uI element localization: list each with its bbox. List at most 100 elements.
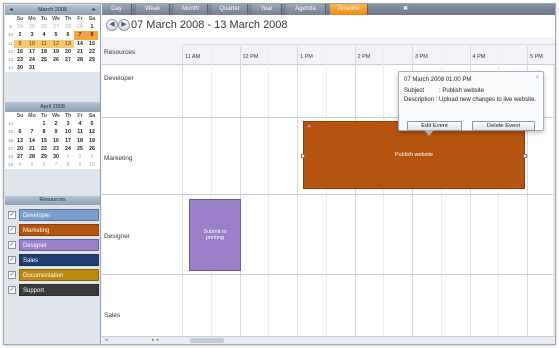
prev-month-icon[interactable]: ◂ xyxy=(6,5,16,15)
calendar-day[interactable]: 2 xyxy=(50,120,62,128)
calendar-day[interactable]: 10 xyxy=(62,128,74,136)
calendar-day[interactable]: 27 xyxy=(62,56,74,64)
resource-checkbox[interactable]: ✓ xyxy=(8,256,16,264)
calendar-day[interactable]: 20 xyxy=(62,48,74,56)
calendar-day[interactable]: 16 xyxy=(50,137,62,145)
tab-quarter[interactable]: Quarter xyxy=(212,4,248,15)
calendar-day[interactable]: 12 xyxy=(50,39,62,48)
calendar-day[interactable]: 27 xyxy=(14,153,26,161)
tab-agenda[interactable]: Agenda xyxy=(286,4,326,15)
calendar-day[interactable]: 25 xyxy=(26,23,38,31)
calendar-day[interactable]: 28 xyxy=(26,153,38,161)
calendar-day[interactable]: 7 xyxy=(50,161,62,169)
delete-event-button[interactable]: Delete Event xyxy=(472,121,535,131)
calendar-day[interactable]: 1 xyxy=(62,153,74,161)
calendar-day[interactable]: 21 xyxy=(26,145,38,153)
tab-day[interactable]: Day xyxy=(102,4,132,15)
event-submit-to-printing[interactable]: Submit to printing xyxy=(189,199,241,271)
calendar-day[interactable]: 26 xyxy=(50,56,62,64)
resource-checkbox[interactable]: ✓ xyxy=(8,271,16,279)
calendar-day[interactable]: 5 xyxy=(50,31,62,39)
calendar-day[interactable]: 7 xyxy=(26,128,38,136)
calendar-day[interactable]: 12 xyxy=(86,128,98,136)
calendar-day[interactable]: 26 xyxy=(86,145,98,153)
calendar-day[interactable]: 19 xyxy=(50,48,62,56)
calendar-day[interactable]: 18 xyxy=(38,48,50,56)
calendar-day[interactable]: 29 xyxy=(74,23,86,31)
calendar-day[interactable]: 10 xyxy=(26,39,38,48)
calendar-day[interactable]: 15 xyxy=(86,40,98,48)
calendar-day[interactable]: 1 xyxy=(38,120,50,128)
scroll-left-fast-icon[interactable]: ▸ ◂ xyxy=(152,337,158,344)
prev-range-button[interactable]: ◀ xyxy=(106,19,118,31)
calendar-day[interactable]: 22 xyxy=(86,48,98,56)
resource-item-marketing[interactable]: ✓ Marketing xyxy=(6,224,99,236)
resource-checkbox[interactable]: ✓ xyxy=(8,241,16,249)
calendar-day[interactable]: 11 xyxy=(74,128,86,136)
calendar-day[interactable]: 3 xyxy=(26,31,38,39)
calendar-day[interactable]: 18 xyxy=(74,137,86,145)
calendar-day[interactable]: 16 xyxy=(14,48,26,56)
calendar-day[interactable]: 10 xyxy=(86,161,98,169)
scrollbar-thumb[interactable] xyxy=(190,338,224,343)
calendar-day[interactable]: 6 xyxy=(14,128,26,136)
calendar-day[interactable]: 22 xyxy=(38,145,50,153)
calendar-day[interactable]: 9 xyxy=(14,39,26,48)
horizontal-scrollbar[interactable]: ◂ ▸ ◂ xyxy=(102,336,555,344)
calendar-day[interactable]: 30 xyxy=(14,64,26,72)
calendar-day[interactable]: 28 xyxy=(74,56,86,64)
resize-handle-right[interactable] xyxy=(523,154,527,158)
resource-item-documentation[interactable]: ✓ Documentation xyxy=(6,269,99,281)
resource-item-developer[interactable]: ✓ Developer xyxy=(6,209,99,221)
calendar-day[interactable]: 5 xyxy=(86,120,98,128)
resource-checkbox[interactable]: ✓ xyxy=(8,211,16,219)
resource-item-designer[interactable]: ✓ Designer xyxy=(6,239,99,251)
calendar-day[interactable]: 28 xyxy=(62,23,74,31)
calendar-day[interactable]: 2 xyxy=(14,31,26,39)
calendar-day[interactable]: 26 xyxy=(38,23,50,31)
calendar-day[interactable]: 7 xyxy=(74,31,86,40)
calendar-day[interactable]: 13 xyxy=(62,39,74,48)
calendar-day[interactable]: 29 xyxy=(38,153,50,161)
resize-handle-left[interactable] xyxy=(301,154,305,158)
tab-timeline[interactable]: Timeline xyxy=(330,4,368,15)
calendar-day[interactable]: 11 xyxy=(38,39,50,48)
calendar-day[interactable]: 13 xyxy=(14,137,26,145)
calendar-day[interactable]: 5 xyxy=(26,161,38,169)
calendar-day[interactable]: 6 xyxy=(38,161,50,169)
calendar-day[interactable]: 8 xyxy=(62,161,74,169)
resource-checkbox[interactable]: ✓ xyxy=(8,286,16,294)
calendar-day[interactable]: 30 xyxy=(50,153,62,161)
calendar-day[interactable]: 17 xyxy=(26,48,38,56)
calendar-day[interactable]: 23 xyxy=(14,56,26,64)
calendar-day[interactable]: 23 xyxy=(50,145,62,153)
calendar-day[interactable]: 20 xyxy=(14,145,26,153)
calendar-day[interactable]: 4 xyxy=(38,31,50,39)
calendar-day[interactable]: 8 xyxy=(86,31,98,40)
calendar-day[interactable]: 21 xyxy=(74,48,86,56)
calendar-day[interactable]: 1 xyxy=(86,23,98,31)
edit-event-button[interactable]: Edit Event xyxy=(407,121,462,131)
tab-week[interactable]: Week xyxy=(136,4,170,15)
resource-checkbox[interactable]: ✓ xyxy=(8,226,16,234)
calendar-day[interactable]: 9 xyxy=(50,128,62,136)
resource-item-sales[interactable]: ✓ Sales xyxy=(6,254,99,266)
tab-month[interactable]: Month xyxy=(174,4,208,15)
calendar-day[interactable]: 3 xyxy=(62,120,74,128)
calendar-day[interactable]: 17 xyxy=(62,137,74,145)
calendar-day[interactable]: 24 xyxy=(14,23,26,31)
next-month-icon[interactable]: ▸ xyxy=(89,5,99,15)
event-publish-website[interactable]: ✕ Publish website xyxy=(301,121,527,189)
calendar-day[interactable]: 25 xyxy=(38,56,50,64)
calendar-day[interactable]: 14 xyxy=(74,40,86,48)
calendar-day[interactable]: 9 xyxy=(74,161,86,169)
calendar-day[interactable]: 24 xyxy=(26,56,38,64)
calendar-day[interactable]: 3 xyxy=(86,153,98,161)
calendar-day[interactable]: 6 xyxy=(62,31,74,39)
calendar-day[interactable]: 14 xyxy=(26,137,38,145)
calendar-day[interactable]: 4 xyxy=(14,161,26,169)
calendar-day[interactable]: 19 xyxy=(86,137,98,145)
event-close-icon[interactable]: ✕ xyxy=(307,124,311,130)
calendar-day[interactable]: 2 xyxy=(74,153,86,161)
calendar-day[interactable]: 4 xyxy=(74,120,86,128)
